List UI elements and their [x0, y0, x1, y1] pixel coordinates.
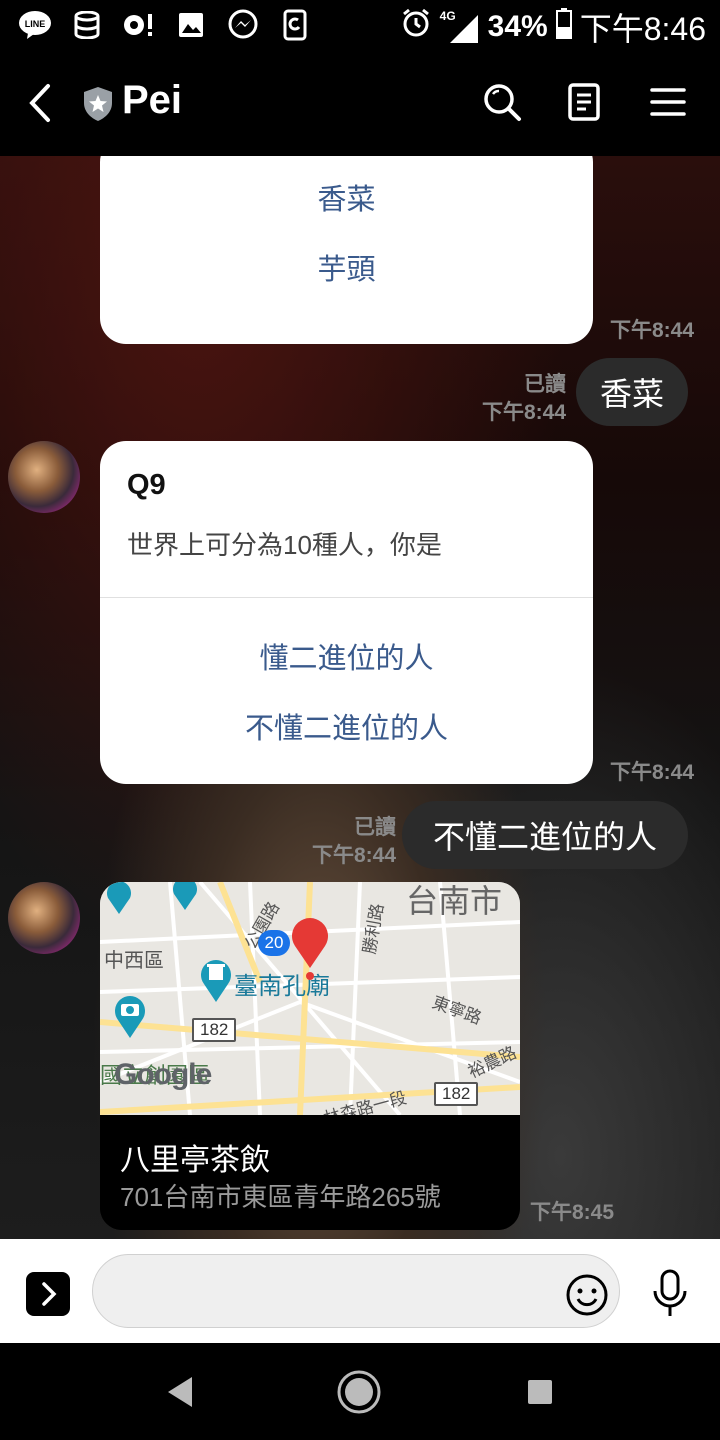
route-badge: 20: [258, 930, 290, 956]
expand-button[interactable]: [26, 1272, 70, 1316]
question-card: 香菜 芋頭: [100, 156, 593, 344]
triangle-back-icon: [168, 1377, 192, 1407]
avatar[interactable]: [8, 441, 80, 513]
place-name: 八里亭茶飲: [120, 1144, 270, 1177]
back-button[interactable]: [22, 80, 62, 126]
location-message[interactable]: 中西區 臺南孔廟 台南市 公園路 勝利路 東寧路 裕農路 林森路一段 國立創園區…: [100, 882, 520, 1230]
voice-button[interactable]: [652, 1269, 688, 1319]
chat-title: Pei: [122, 78, 183, 122]
route-badge: 182: [192, 1018, 237, 1042]
message-input[interactable]: [92, 1254, 620, 1328]
sent-message-bubble[interactable]: 不懂二進位的人: [402, 801, 688, 869]
chevron-left-icon: [29, 84, 50, 122]
search-button[interactable]: [480, 80, 524, 124]
notes-button[interactable]: [562, 80, 606, 124]
message-time: 下午8:44: [610, 761, 695, 784]
signal-icon: 4G: [440, 9, 480, 45]
camera-place-icon: [112, 994, 148, 1038]
system-nav-bar: [0, 1343, 720, 1440]
chevron-right-icon: [42, 1282, 57, 1306]
option-button[interactable]: 香菜: [100, 176, 593, 218]
nav-recents-button[interactable]: [528, 1380, 552, 1404]
notes-icon: [568, 83, 600, 121]
question-title: Q9: [127, 469, 166, 501]
divider: [100, 597, 593, 598]
option-button[interactable]: 不懂二進位的人: [100, 705, 593, 747]
read-receipt: 已讀: [354, 816, 396, 839]
location-info: 八里亭茶飲 701台南市東區青年路265號: [100, 1115, 520, 1230]
alarm-icon: [400, 7, 432, 47]
map-label: 中西區: [104, 950, 164, 972]
map-label: 台南市: [406, 883, 503, 919]
microphone-icon: [653, 1269, 687, 1316]
alert-icon: [122, 8, 156, 42]
line-icon-label: LINE: [25, 19, 46, 29]
hamburger-icon: [650, 88, 686, 116]
line-app-icon: LINE: [18, 8, 52, 42]
battery-percent: 34%: [487, 10, 548, 43]
messenger-icon: [226, 8, 260, 42]
document-sync-icon: [278, 8, 312, 42]
gallery-icon: [174, 8, 208, 42]
clock: 下午8:46: [579, 11, 706, 47]
menu-button[interactable]: [646, 80, 690, 124]
route-badge: 182: [434, 1082, 479, 1106]
smiley-icon: [566, 1274, 608, 1316]
map-preview[interactable]: 中西區 臺南孔廟 台南市 公園路 勝利路 東寧路 裕農路 林森路一段 國立創園區…: [100, 882, 520, 1115]
place-marker-icon: [170, 882, 200, 910]
home-circle-icon: [337, 1370, 381, 1414]
option-button[interactable]: 芋頭: [100, 246, 593, 288]
location-pin-icon: [290, 918, 330, 982]
nav-home-button[interactable]: [336, 1369, 382, 1415]
search-icon: [484, 84, 521, 121]
battery-icon: [555, 7, 572, 47]
message-time: 下午8:44: [311, 844, 396, 867]
database-icon: [70, 8, 104, 42]
chat-area[interactable]: 香菜 芋頭 下午8:44 已讀 下午8:44 香菜 Q9 世界上可分為10種人，…: [0, 156, 720, 1239]
question-text: 世界上可分為10種人，你是: [127, 530, 442, 560]
temple-icon: [198, 958, 234, 1002]
emoji-button[interactable]: [565, 1273, 609, 1317]
avatar[interactable]: [8, 882, 80, 954]
message-text: 不懂二進位的人: [432, 819, 657, 855]
place-marker-icon: [104, 882, 134, 914]
option-button[interactable]: 懂二進位的人: [100, 635, 593, 677]
place-address: 701台南市東區青年路265號: [120, 1182, 441, 1212]
chat-header: Pei: [0, 50, 720, 156]
message-time: 下午8:44: [481, 401, 566, 424]
shield-star-icon: [82, 86, 114, 122]
google-logo: Google: [114, 1058, 212, 1091]
read-receipt: 已讀: [524, 373, 566, 396]
message-time: 下午8:44: [610, 319, 695, 342]
message-time: 下午8:45: [530, 1201, 615, 1224]
status-bar: LINE 4G 34% 下午8:46: [0, 0, 720, 50]
message-input-bar: [0, 1239, 720, 1343]
message-text: 香菜: [599, 376, 664, 412]
nav-back-button[interactable]: [164, 1375, 196, 1409]
sent-message-bubble[interactable]: 香菜: [576, 358, 688, 426]
question-card: Q9 世界上可分為10種人，你是 懂二進位的人 不懂二進位的人: [100, 441, 593, 784]
